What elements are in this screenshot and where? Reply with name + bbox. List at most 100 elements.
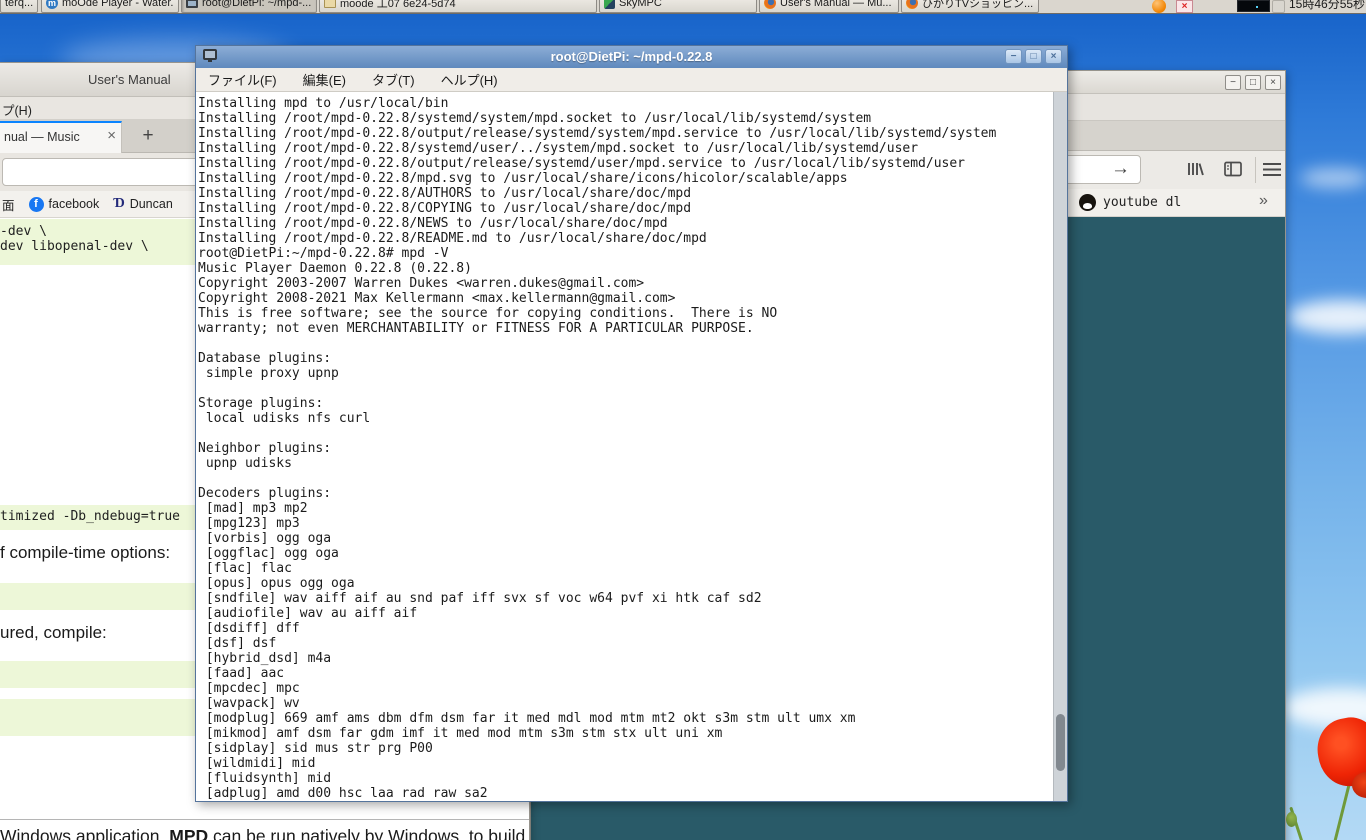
paragraph: ured, compile: bbox=[0, 623, 107, 643]
menu-edit[interactable]: 編集(E) bbox=[303, 70, 346, 89]
bookmark-youtube-dl[interactable]: youtube dl bbox=[1103, 194, 1181, 211]
taskbar-button-moode-drive[interactable]: moode 工07 6e24-5d74 bbox=[319, 0, 597, 13]
tab-close-icon[interactable]: × bbox=[107, 128, 116, 144]
scrollbar[interactable] bbox=[1053, 92, 1067, 801]
bookmark-label: 面 bbox=[2, 195, 15, 214]
terminal-line: simple proxy upnp bbox=[198, 366, 1052, 381]
new-tab-button[interactable]: + bbox=[134, 124, 162, 149]
taskbar-clock: 15時46分55秒 bbox=[1289, 0, 1365, 12]
minimize-button[interactable]: − bbox=[1005, 49, 1022, 64]
poppy-bud bbox=[1286, 812, 1297, 827]
skympc-icon bbox=[604, 0, 615, 9]
terminal-line: Storage plugins: bbox=[198, 396, 1052, 411]
bookmark-label: Duncan bbox=[130, 197, 173, 211]
taskbar-button-hikari-tv[interactable]: ひかりTVショッピン... bbox=[901, 0, 1039, 13]
taskbar-button-skympc[interactable]: SkyMPC bbox=[599, 0, 757, 13]
window-title: root@DietPi: ~/mpd-0.22.8 bbox=[196, 49, 1067, 64]
terminal-line: Installing /root/mpd-0.22.8/systemd/user… bbox=[198, 141, 1052, 156]
terminal-line: Database plugins: bbox=[198, 351, 1052, 366]
screen-preview-icon[interactable] bbox=[1237, 0, 1270, 12]
close-button[interactable]: × bbox=[1265, 75, 1281, 90]
terminal-line: [flac] flac bbox=[198, 561, 1052, 576]
terminal-menu-bar: ファイル(F) 編集(E) タブ(T) ヘルプ(H) bbox=[196, 68, 1067, 92]
bookmark-duncan[interactable]: Ɗ Duncan bbox=[113, 196, 173, 212]
terminal-titlebar[interactable]: root@DietPi: ~/mpd-0.22.8 − □ × bbox=[196, 46, 1067, 68]
github-icon[interactable] bbox=[1079, 194, 1096, 211]
minimize-button[interactable]: − bbox=[1225, 75, 1241, 90]
terminal-line bbox=[198, 381, 1052, 396]
terminal-body: Installing mpd to /usr/local/binInstalli… bbox=[196, 92, 1067, 801]
terminal-line: [dsdiff] dff bbox=[198, 621, 1052, 636]
terminal-line: [dsf] dsf bbox=[198, 636, 1052, 651]
terminal-line: Installing /root/mpd-0.22.8/output/relea… bbox=[198, 156, 1052, 171]
terminal-line bbox=[198, 336, 1052, 351]
terminal-line: Installing /root/mpd-0.22.8/AUTHORS to /… bbox=[198, 186, 1052, 201]
terminal-line: [modplug] 669 amf ams dbm dfm dsm far it… bbox=[198, 711, 1052, 726]
terminal-line: Neighbor plugins: bbox=[198, 441, 1052, 456]
terminal-line: [sndfile] wav aiff aif au snd paf iff sv… bbox=[198, 591, 1052, 606]
menu-file[interactable]: ファイル(F) bbox=[208, 70, 277, 89]
mail-icon[interactable]: × bbox=[1176, 0, 1193, 13]
terminal-line: Installing /root/mpd-0.22.8/README.md to… bbox=[198, 231, 1052, 246]
terminal-line: [opus] opus ogg oga bbox=[198, 576, 1052, 591]
taskbar-button-terminal[interactable]: root@DietPi: ~/mpd-... bbox=[181, 0, 317, 13]
terminal-line: [wavpack] wv bbox=[198, 696, 1052, 711]
menu-help[interactable]: ヘルプ(H) bbox=[441, 70, 498, 89]
bookmarks-overflow-chevron[interactable]: » bbox=[1259, 192, 1268, 210]
maximize-button[interactable]: □ bbox=[1245, 75, 1261, 90]
sidebar-icon[interactable] bbox=[1223, 160, 1243, 183]
go-arrow-icon[interactable]: → bbox=[1111, 158, 1130, 180]
library-icon[interactable] bbox=[1186, 160, 1206, 183]
terminal-line: [adplug] amd d00 hsc laa rad raw sa2 bbox=[198, 786, 1052, 801]
drive-icon bbox=[324, 0, 336, 8]
section-divider bbox=[0, 819, 529, 820]
taskbar-button-moode-player[interactable]: m moOde Player - Water... bbox=[41, 0, 179, 13]
menu-tabs[interactable]: タブ(T) bbox=[372, 70, 415, 89]
cloud bbox=[1300, 168, 1366, 188]
terminal-line: [oggflac] ogg oga bbox=[198, 546, 1052, 561]
terminal-line: [audiofile] wav au aiff aif bbox=[198, 606, 1052, 621]
tab-label: nual — Music bbox=[4, 130, 80, 144]
firefox-icon bbox=[906, 0, 918, 9]
tray-pale-icon[interactable] bbox=[1272, 0, 1285, 13]
taskbar-button-terq[interactable]: terq... bbox=[0, 0, 38, 13]
scrollbar-thumb[interactable] bbox=[1056, 714, 1065, 771]
facebook-icon: f bbox=[29, 197, 44, 212]
terminal-line: Installing /root/mpd-0.22.8/systemd/syst… bbox=[198, 111, 1052, 126]
tray-orange-icon[interactable] bbox=[1152, 0, 1166, 13]
bookmark-item[interactable]: 面 bbox=[2, 195, 15, 214]
terminal-line: This is free software; see the source fo… bbox=[198, 306, 1052, 321]
terminal-line: Installing /root/mpd-0.22.8/output/relea… bbox=[198, 126, 1052, 141]
tab-users-manual[interactable]: nual — Music × bbox=[0, 121, 122, 153]
terminal-window: root@DietPi: ~/mpd-0.22.8 − □ × ファイル(F) … bbox=[195, 45, 1068, 802]
close-button[interactable]: × bbox=[1045, 49, 1062, 64]
menu-icon[interactable] bbox=[1263, 163, 1281, 176]
window-title: User's Manual bbox=[88, 72, 171, 87]
terminal-line: [mpg123] mp3 bbox=[198, 516, 1052, 531]
terminal-line: Decoders plugins: bbox=[198, 486, 1052, 501]
terminal-line: warranty; not even MERCHANTABILITY or FI… bbox=[198, 321, 1052, 336]
terminal-icon bbox=[186, 0, 198, 8]
desktop: User's Manual プ(H) nual — Music × + 面 f … bbox=[0, 0, 1366, 840]
terminal-line: [sidplay] sid mus str prg P00 bbox=[198, 741, 1052, 756]
paragraph-bold-text: MPD bbox=[169, 826, 208, 840]
maximize-button[interactable]: □ bbox=[1025, 49, 1042, 64]
terminal-output: Installing mpd to /usr/local/binInstalli… bbox=[198, 96, 1052, 801]
terminal-line: [mpcdec] mpc bbox=[198, 681, 1052, 696]
terminal-line: Copyright 2003-2007 Warren Dukes <warren… bbox=[198, 276, 1052, 291]
cloud bbox=[1288, 300, 1366, 334]
paragraph: f compile-time options: bbox=[0, 543, 170, 563]
bookmark-facebook[interactable]: f facebook bbox=[29, 197, 100, 212]
terminal-line: Installing mpd to /usr/local/bin bbox=[198, 96, 1052, 111]
terminal-line: local udisks nfs curl bbox=[198, 411, 1052, 426]
taskbar: terq... m moOde Player - Water... root@D… bbox=[0, 0, 1366, 14]
taskbar-button-users-manual[interactable]: User's Manual — Mu... bbox=[759, 0, 899, 13]
toolbar-separator bbox=[1255, 157, 1256, 183]
terminal-line: [hybrid_dsd] m4a bbox=[198, 651, 1052, 666]
terminal-line: upnp udisks bbox=[198, 456, 1052, 471]
terminal-line: [fluidsynth] mid bbox=[198, 771, 1052, 786]
flower-stem bbox=[1332, 781, 1352, 840]
terminal-line: [mikmod] amf dsm far gdm imf it med mod … bbox=[198, 726, 1052, 741]
terminal-line: Copyright 2008-2021 Max Kellermann <max.… bbox=[198, 291, 1052, 306]
help-menu[interactable]: プ(H) bbox=[2, 100, 32, 119]
